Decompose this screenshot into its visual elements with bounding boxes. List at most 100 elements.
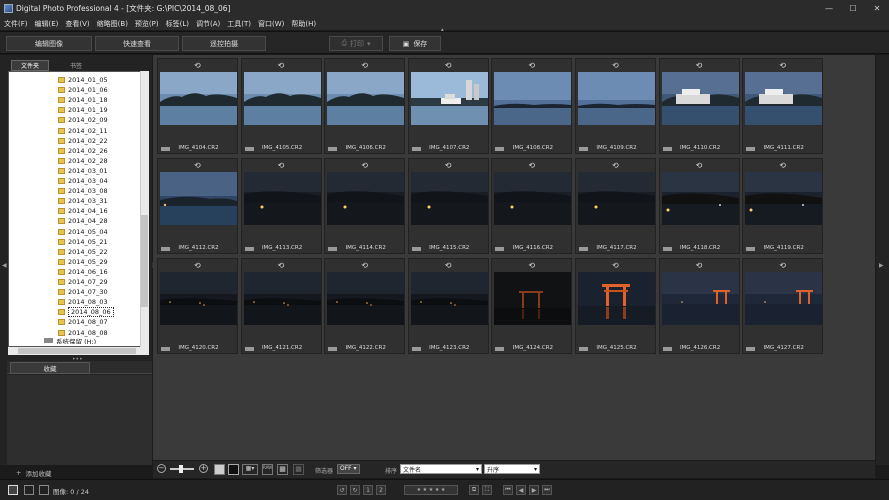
thumbnail-image[interactable] (160, 172, 237, 225)
last-image-icon[interactable]: ⏭ (542, 485, 552, 495)
rotate-icon[interactable]: ⟲ (445, 261, 452, 270)
folder-tree-item[interactable]: 2014_02_28 (58, 156, 108, 166)
thumbnail-cell[interactable]: ⟲ IMG_4120.CR2 (157, 258, 238, 354)
folder-tree-item[interactable]: 2014_07_29 (58, 277, 108, 287)
rotate-icon[interactable]: ⟲ (445, 61, 452, 70)
folder-tree-item[interactable]: 2014_08_03 (58, 297, 108, 307)
menu-tools[interactable]: 工具(T) (227, 19, 251, 29)
thumbnail-image[interactable] (160, 72, 237, 125)
fullscreen-icon[interactable]: ⛶ (482, 485, 492, 495)
rotate-icon[interactable]: ⟲ (779, 261, 786, 270)
thumbnail-image[interactable] (745, 72, 823, 125)
thumbnail-image[interactable] (327, 72, 405, 125)
view-multi-dropdown-icon[interactable]: ▦▾ (242, 464, 258, 475)
collapse-left-arrow-icon[interactable]: ◀ (2, 262, 7, 269)
menu-preview[interactable]: 预览(P) (135, 19, 159, 29)
folder-tree-item[interactable]: 2014_05_04 (58, 227, 108, 237)
folder-tree-item[interactable]: 2014_08_08 (58, 328, 108, 338)
menu-edit[interactable]: 编辑(E) (35, 19, 59, 29)
thumbnail-image[interactable] (578, 72, 655, 125)
menu-label[interactable]: 标签(L) (166, 19, 189, 29)
rotate-icon[interactable]: ⟲ (528, 61, 535, 70)
remote-shooting-button[interactable]: 遥控拍摄 (182, 36, 266, 51)
folder-tree-item[interactable]: 2014_02_26 (58, 146, 108, 156)
thumbnail-image[interactable] (745, 172, 823, 225)
rotate-icon[interactable]: ⟲ (612, 261, 619, 270)
thumbnail-image[interactable] (578, 272, 655, 325)
view-raw-icon[interactable]: RAW (262, 464, 273, 475)
rotate-icon[interactable]: ⟲ (361, 61, 368, 70)
menu-help[interactable]: 帮助(H) (291, 19, 316, 29)
thumbnail-cell[interactable]: ⟲ IMG_4123.CR2 (407, 258, 489, 354)
rotate-icon[interactable]: ⟲ (278, 161, 285, 170)
folder-tree-item[interactable]: 2014_07_30 (58, 287, 108, 297)
view-compare-icon[interactable]: ▦ (293, 464, 304, 475)
thumbnail-view-icon[interactable] (8, 485, 18, 495)
folder-tree-hscroll-thumb[interactable] (18, 348, 136, 354)
edit-image-button[interactable]: 编辑图像 (6, 36, 92, 51)
thumbnail-image[interactable] (661, 272, 739, 325)
thumbnail-image[interactable] (494, 172, 572, 225)
slider-handle[interactable] (179, 465, 183, 473)
folder-tree-item[interactable]: 2014_01_05 (58, 75, 108, 85)
expand-right-arrow-icon[interactable]: ▶ (879, 262, 884, 269)
folder-tree-item[interactable]: 2014_03_08 (58, 186, 108, 196)
thumbnail-cell[interactable]: ⟲ IMG_4117.CR2 (575, 158, 656, 254)
folder-tree-item[interactable]: 2014_06_16 (58, 267, 108, 277)
thumbnail-image[interactable] (327, 272, 405, 325)
thumbnail-image[interactable] (410, 272, 488, 325)
preview-view-icon[interactable] (39, 485, 49, 495)
thumbnail-cell[interactable]: ⟲ IMG_4114.CR2 (324, 158, 406, 254)
thumbnail-image[interactable] (327, 172, 405, 225)
rotate-icon[interactable]: ⟲ (194, 261, 201, 270)
rotate-icon[interactable]: ⟲ (194, 61, 201, 70)
folder-tree-item[interactable]: 2014_03_01 (58, 166, 108, 176)
view-medium-icon[interactable] (228, 464, 239, 475)
thumbnail-image[interactable] (160, 272, 237, 325)
rotate-icon[interactable]: ⟲ (696, 61, 703, 70)
thumbnail-cell[interactable]: ⟲ IMG_4127.CR2 (742, 258, 824, 354)
thumbnail-cell[interactable]: ⟲ IMG_4113.CR2 (240, 158, 322, 254)
list-view-icon[interactable] (24, 485, 34, 495)
thumbnail-cell[interactable]: ⟲ IMG_4119.CR2 (742, 158, 824, 254)
thumbnail-cell[interactable]: ⟲ IMG_4108.CR2 (491, 58, 573, 154)
rotate-icon[interactable]: ⟲ (779, 161, 786, 170)
view-grid-icon[interactable]: ▦ (277, 464, 288, 475)
rotate-icon[interactable]: ⟲ (612, 61, 619, 70)
thumbnail-cell[interactable]: ⟲ IMG_4126.CR2 (658, 258, 740, 354)
rotate-icon[interactable]: ⟲ (361, 261, 368, 270)
folder-tree-item[interactable]: 2014_08_07 (58, 317, 108, 327)
thumbnail-image[interactable] (243, 72, 321, 125)
thumbnail-cell[interactable]: ⟲ IMG_4104.CR2 (157, 58, 238, 154)
rotate-icon[interactable]: ⟲ (194, 161, 201, 170)
thumbnail-image[interactable] (243, 172, 321, 225)
thumbnail-cell[interactable]: ⟲ IMG_4111.CR2 (742, 58, 824, 154)
rotate-icon[interactable]: ⟲ (528, 161, 535, 170)
menu-thumbnails[interactable]: 缩略图(B) (97, 19, 128, 29)
folder-tree-item[interactable]: 2014_03_04 (58, 176, 108, 186)
thumbnail-cell[interactable]: ⟲ IMG_4125.CR2 (575, 258, 656, 354)
folder-tree-item[interactable]: 2014_01_19 (58, 105, 108, 115)
folder-tree-item[interactable]: 2014_08_06 (58, 307, 114, 318)
close-button[interactable]: ✕ (865, 0, 889, 17)
folder-tree-item[interactable]: 2014_02_22 (58, 136, 108, 146)
quick-check-button[interactable]: 快速查看 (95, 36, 179, 51)
save-button[interactable]: ▣ 保存 (389, 36, 441, 51)
tab-favorites[interactable]: 收藏 (10, 362, 90, 374)
folder-tree-item[interactable]: 2014_05_22 (58, 247, 108, 257)
zoom-in-icon[interactable]: + (199, 464, 208, 473)
thumbnail-image[interactable] (494, 72, 572, 125)
rotate-icon[interactable]: ⟲ (278, 261, 285, 270)
folder-tree-item[interactable]: 2014_05_29 (58, 257, 108, 267)
thumbnail-cell[interactable]: ⟲ IMG_4122.CR2 (324, 258, 406, 354)
check-mark-1-icon[interactable]: 1 (363, 485, 373, 495)
rotate-icon[interactable]: ⟲ (361, 161, 368, 170)
folder-tree-item[interactable]: 2014_04_16 (58, 206, 108, 216)
thumbnail-cell[interactable]: ⟲ IMG_4112.CR2 (157, 158, 238, 254)
print-button[interactable]: ⎙ 打印 ▾ (329, 36, 383, 51)
folder-tree-item[interactable]: 2014_02_09 (58, 115, 108, 125)
folder-tree-item[interactable]: 2014_01_18 (58, 95, 108, 105)
zoom-out-icon[interactable]: − (157, 464, 166, 473)
thumbnail-image[interactable] (578, 172, 655, 225)
compare-icon[interactable]: ⧉ (469, 485, 479, 495)
